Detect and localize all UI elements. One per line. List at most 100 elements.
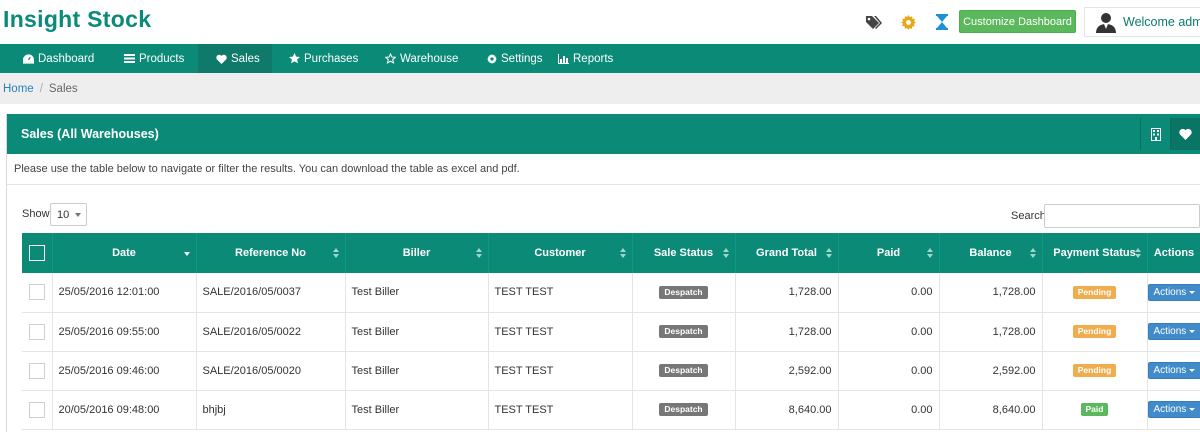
top-header: Insight Stock Customize Dashboard Welcom… (0, 0, 1200, 44)
sort-icon (1134, 248, 1141, 258)
row-checkbox[interactable] (28, 284, 45, 301)
dashboard-icon (23, 53, 34, 64)
column-header-sale-status[interactable]: Sale Status (632, 233, 736, 273)
cell-paid: 0.00 (838, 390, 940, 430)
cell-customer: TEST TEST (488, 351, 633, 391)
column-header-date[interactable]: Date (52, 233, 197, 273)
welcome-text: Welcome admin (1123, 15, 1200, 29)
show-label: Show (22, 208, 50, 220)
panel-title: Sales (All Warehouses) (21, 127, 159, 141)
chevron-down-icon (75, 213, 81, 217)
row-checkbox[interactable] (28, 323, 45, 340)
sort-icon (1029, 248, 1036, 258)
sort-desc-icon (183, 252, 190, 256)
payment-status-badge: Pending (1072, 325, 1117, 338)
cell-sale-status: Despatch (632, 273, 736, 313)
column-header-label: Actions (1153, 247, 1195, 259)
actions-dropdown-button[interactable]: Actions (1147, 323, 1200, 340)
actions-label: Actions (1153, 404, 1187, 415)
row-select-cell[interactable] (22, 390, 53, 430)
heart-filter-icon[interactable] (1170, 118, 1200, 150)
page-size-value: 10 (57, 208, 70, 221)
hourglass-icon[interactable] (933, 13, 951, 31)
page-size-select[interactable]: 10 (50, 203, 87, 226)
nav-purchases[interactable]: Purchases (272, 44, 369, 73)
select-all-header[interactable] (22, 233, 53, 273)
column-header-label: Grand Total (756, 247, 817, 259)
sort-icon (332, 248, 339, 258)
building-icon[interactable] (1140, 118, 1170, 150)
actions-label: Actions (1153, 326, 1187, 337)
column-header-label: Date (112, 247, 136, 259)
customize-dashboard-button[interactable]: Customize Dashboard (959, 10, 1076, 33)
search-input[interactable] (1044, 204, 1200, 228)
table-row[interactable]: 25/05/2016 09:55:00 SALE/2016/05/0022 Te… (22, 312, 1200, 352)
nav-sales[interactable]: Sales (198, 44, 272, 73)
breadcrumb-separator: / (39, 82, 43, 95)
table-row[interactable]: 20/05/2016 09:48:00 bhjbj Test Biller TE… (22, 390, 1200, 430)
nav-products-label: Products (139, 52, 185, 65)
table-row[interactable]: 25/05/2016 12:01:00 SALE/2016/05/0037 Te… (22, 273, 1200, 313)
cell-grand-total: 1,728.00 (735, 273, 839, 313)
payment-status-badge: Pending (1072, 364, 1117, 377)
cell-date: 25/05/2016 12:01:00 (52, 273, 197, 313)
select-all-checkbox[interactable] (28, 245, 45, 261)
cell-balance: 8,640.00 (939, 390, 1043, 430)
column-header-label: Balance (969, 247, 1012, 259)
sales-table: Date Reference No Biller Customer Sale S… (22, 233, 1200, 430)
cell-balance: 1,728.00 (939, 273, 1043, 313)
caret-down-icon (1189, 408, 1196, 411)
user-menu[interactable]: Welcome admin (1084, 7, 1200, 37)
nav-products[interactable]: Products (106, 44, 198, 73)
actions-dropdown-button[interactable]: Actions (1147, 283, 1200, 301)
cell-actions: Actions (1147, 312, 1200, 352)
actions-dropdown-button[interactable]: Actions (1147, 401, 1200, 418)
cell-actions: Actions (1147, 390, 1200, 430)
sale-status-badge: Despatch (659, 403, 708, 416)
nav-dashboard-label: Dashboard (38, 52, 95, 65)
cell-grand-total: 2,592.00 (735, 351, 839, 391)
nav-settings[interactable]: Settings (471, 44, 558, 73)
tags-icon[interactable] (864, 13, 882, 31)
row-checkbox[interactable] (28, 401, 45, 418)
column-header-customer[interactable]: Customer (488, 233, 633, 273)
column-header-grand-total[interactable]: Grand Total (735, 233, 839, 273)
gear-icon[interactable] (899, 13, 917, 31)
row-select-cell[interactable] (22, 273, 53, 313)
column-header-reference[interactable]: Reference No (196, 233, 346, 273)
column-header-biller[interactable]: Biller (345, 233, 489, 273)
breadcrumb: Home / Sales (0, 73, 1200, 104)
column-header-label: Biller (402, 247, 431, 259)
cell-reference: SALE/2016/05/0020 (196, 351, 346, 391)
star-outline-icon (385, 53, 396, 64)
column-header-actions: Actions (1147, 233, 1200, 273)
column-header-paid[interactable]: Paid (838, 233, 940, 273)
row-checkbox[interactable] (28, 362, 45, 379)
cell-balance: 2,592.00 (939, 351, 1043, 391)
nav-dashboard[interactable]: Dashboard (0, 44, 106, 73)
brand-logo[interactable]: Insight Stock (3, 6, 151, 33)
cell-payment-status: Paid (1042, 390, 1148, 430)
bar-chart-icon (558, 53, 569, 64)
table-row[interactable]: 25/05/2016 09:46:00 SALE/2016/05/0020 Te… (22, 351, 1200, 391)
search-label: Search (1011, 210, 1046, 222)
sale-status-badge: Despatch (659, 285, 708, 299)
panel-header: Sales (All Warehouses) (7, 114, 1200, 154)
cell-date: 25/05/2016 09:46:00 (52, 351, 197, 391)
cell-payment-status: Pending (1042, 312, 1148, 352)
cell-biller: Test Biller (345, 390, 489, 430)
row-select-cell[interactable] (22, 312, 53, 352)
cell-sale-status: Despatch (632, 312, 736, 352)
cell-biller: Test Biller (345, 351, 489, 391)
breadcrumb-home-link[interactable]: Home (3, 83, 34, 95)
nav-warehouse[interactable]: Warehouse (369, 44, 471, 73)
column-header-payment-status[interactable]: Payment Status (1042, 233, 1148, 273)
nav-reports[interactable]: Reports (558, 44, 648, 73)
nav-reports-label: Reports (573, 52, 614, 65)
row-select-cell[interactable] (22, 351, 53, 391)
column-header-balance[interactable]: Balance (939, 233, 1043, 273)
cell-customer: TEST TEST (488, 312, 633, 352)
user-avatar-icon (1095, 11, 1117, 33)
column-header-label: Reference No (235, 247, 306, 259)
actions-dropdown-button[interactable]: Actions (1147, 362, 1200, 379)
